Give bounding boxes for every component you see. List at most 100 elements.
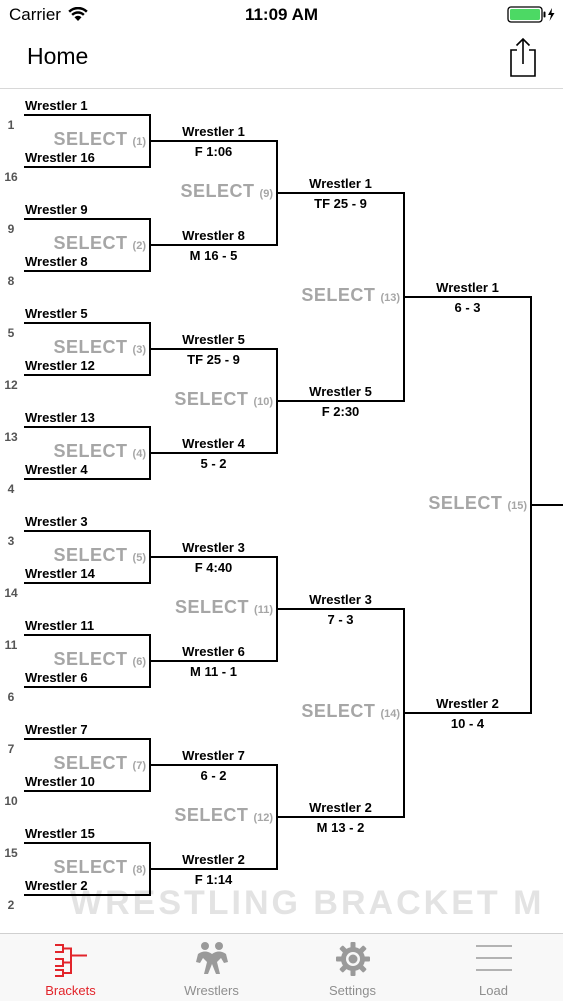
tab-wrestlers[interactable]: Wrestlers	[141, 934, 282, 1001]
wrestler-name[interactable]: Wrestler 3	[277, 592, 404, 607]
wrestler-name[interactable]: Wrestler 2	[25, 878, 88, 893]
select-label: SELECT	[53, 753, 128, 773]
match-result: F 1:06	[194, 144, 233, 159]
match-number: (3)	[132, 344, 146, 356]
select-winner-button[interactable]: SELECT (6)	[54, 649, 146, 670]
tab-label: Wrestlers	[184, 983, 239, 998]
select-winner-button[interactable]: SELECT (3)	[54, 337, 146, 358]
bracket-line	[24, 426, 150, 428]
bracket-line	[24, 218, 150, 220]
select-label: SELECT	[428, 493, 503, 513]
bracket-line	[24, 790, 150, 792]
wrestler-name[interactable]: Wrestler 7	[25, 722, 88, 737]
select-label: SELECT	[174, 805, 249, 825]
tab-label: Settings	[329, 983, 376, 998]
match-result: TF 25 - 9	[314, 196, 367, 211]
select-winner-button[interactable]: SELECT (7)	[54, 753, 146, 774]
bracket-line	[24, 114, 150, 116]
match-number: (6)	[132, 656, 146, 668]
seed-number: 7	[7, 742, 15, 756]
wrestler-name[interactable]: Wrestler 4	[150, 436, 277, 451]
seed-number: 4	[7, 482, 15, 496]
match-result: M 16 - 5	[189, 248, 238, 263]
select-winner-button[interactable]: SELECT (13)	[301, 285, 400, 306]
bracket-line	[150, 348, 277, 350]
seed-number: 13	[4, 430, 18, 444]
bracket-line	[150, 764, 277, 766]
select-winner-button[interactable]: SELECT (9)	[181, 181, 273, 202]
tab-settings[interactable]: Settings	[282, 934, 423, 1001]
wrestler-name[interactable]: Wrestler 2	[150, 852, 277, 867]
wrestler-name[interactable]: Wrestler 1	[25, 98, 88, 113]
select-winner-button[interactable]: SELECT (2)	[54, 233, 146, 254]
match-number: (10)	[253, 396, 273, 408]
select-winner-button[interactable]: SELECT (4)	[54, 441, 146, 462]
seed-number: 5	[7, 326, 15, 340]
wrestler-name[interactable]: Wrestler 3	[25, 514, 88, 529]
select-winner-button[interactable]: SELECT (8)	[54, 857, 146, 878]
wrestler-name[interactable]: Wrestler 8	[150, 228, 277, 243]
tab-load[interactable]: Load	[423, 934, 563, 1001]
select-winner-button[interactable]: SELECT (11)	[175, 597, 273, 618]
seed-number: 8	[7, 274, 15, 288]
wrestler-name[interactable]: Wrestler 15	[25, 826, 95, 841]
wrestler-name[interactable]: Wrestler 8	[25, 254, 88, 269]
select-winner-button[interactable]: SELECT (15)	[428, 493, 527, 514]
wrestler-name[interactable]: Wrestler 2	[404, 696, 531, 711]
wrestler-name[interactable]: Wrestler 1	[150, 124, 277, 139]
bracket-line	[150, 868, 277, 870]
tab-label: Load	[479, 983, 508, 998]
bracket-view[interactable]: WRESTLING BRACKET M Wrestler 1 Wrestler 1…	[0, 88, 563, 933]
seed-number: 14	[4, 586, 18, 600]
select-label: SELECT	[180, 181, 255, 201]
wrestler-name[interactable]: Wrestler 7	[150, 748, 277, 763]
bracket-line	[24, 322, 150, 324]
wrestler-name[interactable]: Wrestler 6	[25, 670, 88, 685]
match-result: TF 25 - 9	[187, 352, 240, 367]
wrestler-name[interactable]: Wrestler 2	[277, 800, 404, 815]
share-button[interactable]	[505, 35, 541, 79]
tab-label: Brackets	[45, 983, 96, 998]
bracket-line	[24, 686, 150, 688]
wrestler-name[interactable]: Wrestler 16	[25, 150, 95, 165]
match-number: (9)	[259, 188, 273, 200]
wrestler-name[interactable]: Wrestler 5	[25, 306, 88, 321]
select-winner-button[interactable]: SELECT (14)	[301, 701, 400, 722]
wrestler-name[interactable]: Wrestler 5	[277, 384, 404, 399]
wrestler-name[interactable]: Wrestler 12	[25, 358, 95, 373]
select-label: SELECT	[53, 441, 128, 461]
wrestler-name[interactable]: Wrestler 1	[404, 280, 531, 295]
wrestler-name[interactable]: Wrestler 11	[25, 618, 94, 633]
wrestler-name[interactable]: Wrestler 3	[150, 540, 277, 555]
bracket-line	[404, 296, 531, 298]
navigation-bar: Home	[0, 30, 563, 89]
bracket-line	[150, 660, 277, 662]
select-winner-button[interactable]: SELECT (5)	[54, 545, 146, 566]
select-winner-button[interactable]: SELECT (1)	[54, 129, 146, 150]
match-result: 7 - 3	[327, 612, 354, 627]
select-label: SELECT	[53, 233, 128, 253]
select-winner-button[interactable]: SELECT (12)	[174, 805, 273, 826]
tab-brackets[interactable]: Brackets	[0, 934, 141, 1001]
wrestler-name[interactable]: Wrestler 1	[277, 176, 404, 191]
seed-number: 10	[4, 794, 18, 808]
match-result: F 4:40	[194, 560, 233, 575]
bracket-line	[24, 582, 150, 584]
battery-icon	[507, 6, 555, 23]
select-winner-button[interactable]: SELECT (10)	[174, 389, 273, 410]
match-result: F 1:14	[194, 872, 233, 887]
wrestler-name[interactable]: Wrestler 14	[25, 566, 95, 581]
wrestler-name[interactable]: Wrestler 9	[25, 202, 88, 217]
select-label: SELECT	[301, 701, 376, 721]
wrestler-name[interactable]: Wrestler 13	[25, 410, 95, 425]
watermark-text: WRESTLING BRACKET M	[70, 884, 545, 922]
wrestler-name[interactable]: Wrestler 6	[150, 644, 277, 659]
wrestler-name[interactable]: Wrestler 10	[25, 774, 95, 789]
match-number: (13)	[380, 292, 400, 304]
bracket-line	[277, 608, 404, 610]
bracket-line	[150, 244, 277, 246]
page-title: Home	[27, 43, 89, 69]
wrestler-name[interactable]: Wrestler 5	[150, 332, 277, 347]
bracket-line	[277, 816, 404, 818]
wrestler-name[interactable]: Wrestler 4	[25, 462, 88, 477]
